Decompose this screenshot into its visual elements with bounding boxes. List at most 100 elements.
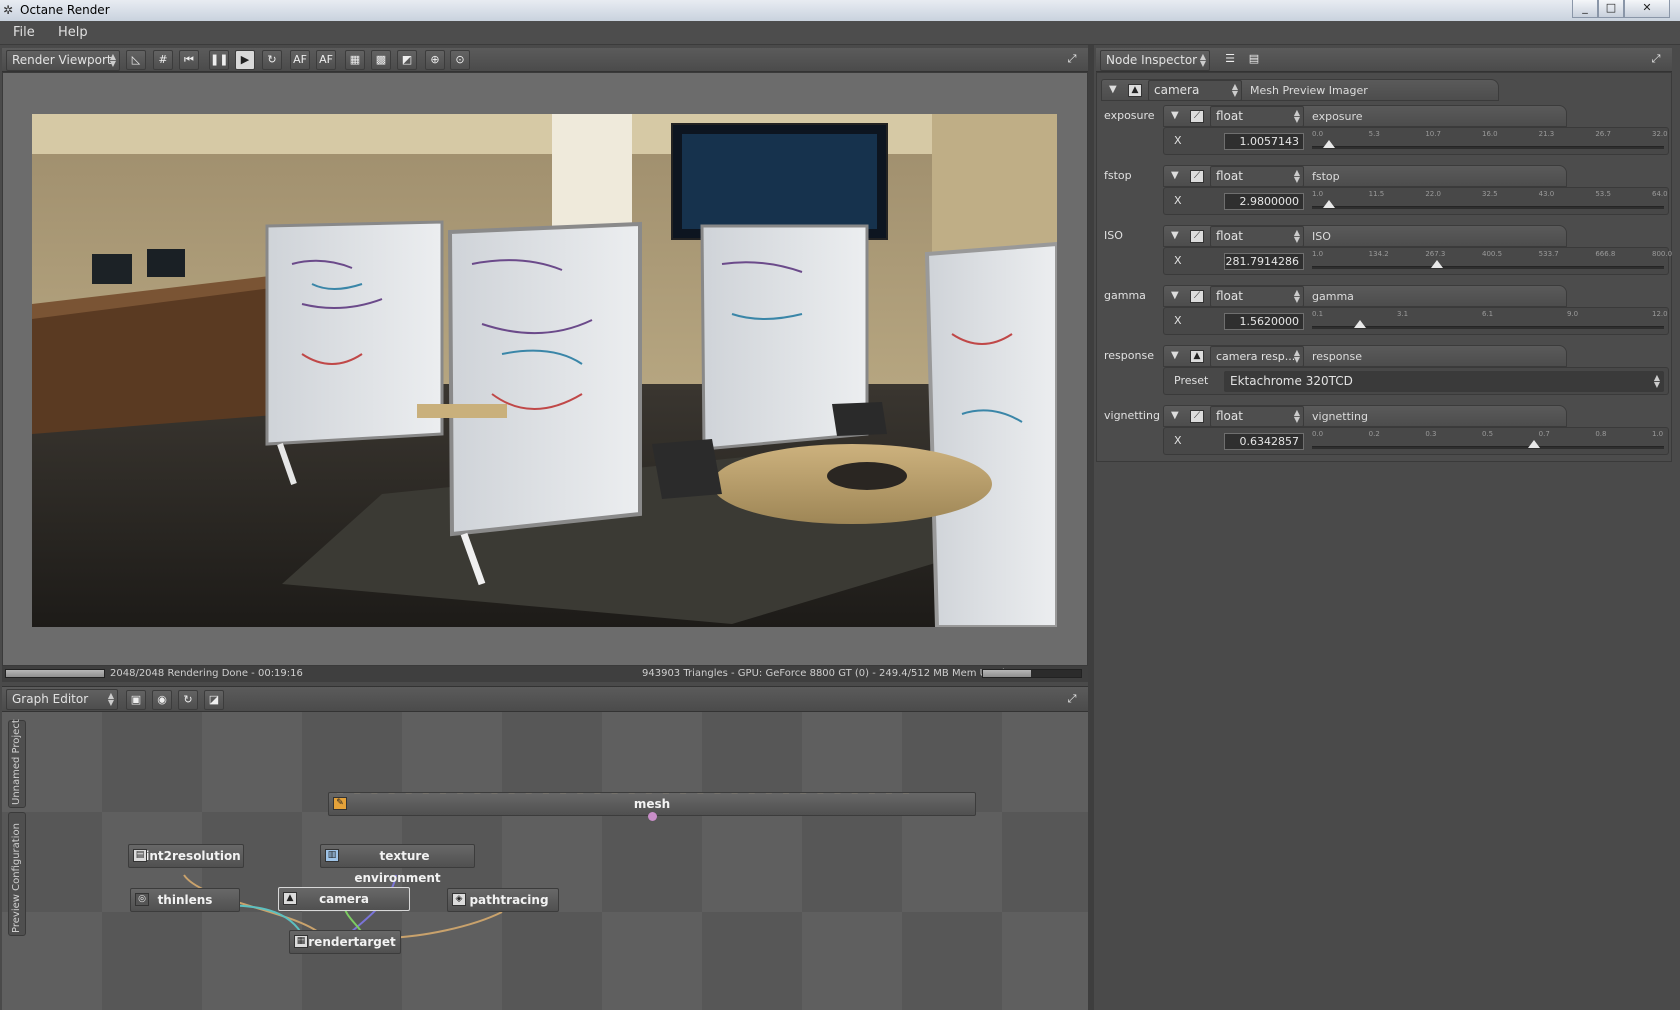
inspector-maximize-icon[interactable]: ⤢ [1646,50,1666,70]
node-mesh[interactable]: ▼▼▼▼▼▼▼▼▼▼▼▼▼▼▼▼▼▼▼▼▼▼▼▼▼▼▼▼▼▼▼▼▼▼ ✎ mes… [328,792,976,821]
collapse-triangle-icon[interactable]: ▼ [1171,170,1179,181]
param-name: gamma [1104,289,1146,302]
tab-preview-configuration[interactable]: Preview Configuration [8,812,26,936]
slider-tick-label: 12.0 [1652,310,1668,318]
slider-tick-label: 0.7 [1538,430,1550,438]
param-slider[interactable]: 1.0 134.2 267.3 400.5 533.7 666.8 800.0 [1312,250,1672,272]
inspector-panel-select[interactable]: Node Inspector ▲ ▼ [1100,50,1210,71]
slider-tick-label: 32.5 [1482,190,1498,198]
node-pathtracing[interactable]: ◈ pathtracing [447,888,559,912]
grid-icon[interactable]: # [153,50,173,70]
viewport-maximize-icon[interactable]: ⤢ [1062,50,1082,70]
graph-editor-panel-select[interactable]: Graph Editor ▲ ▼ [6,689,118,710]
node-thinlens-label: thinlens [157,893,213,907]
param-type-select[interactable]: float ▲ ▼ [1210,406,1304,427]
node-int2resolution[interactable]: ▤ int2resolution [128,844,244,868]
expand-all-icon[interactable]: ▤ [1244,50,1264,70]
restart-icon[interactable]: ⏮ [179,50,199,70]
param-name: ISO [1104,229,1123,242]
save-icon[interactable]: ◉ [152,690,172,710]
combo-arrows-icon: ▲ ▼ [1199,52,1206,68]
collapse-all-icon[interactable]: ☰ [1220,50,1240,70]
slider-tick-label: 0.3 [1425,430,1437,438]
memory-usage-fill [983,670,1032,677]
param-type-select[interactable]: float ▲ ▼ [1210,226,1304,247]
param-header: ▼ ⟋ float ▲ ▼ vignetting [1163,405,1567,427]
slider-tick-label: 6.1 [1482,310,1494,318]
param-type-select[interactable]: float ▲ ▼ [1210,286,1304,307]
param-slider[interactable]: 0.1 3.1 6.1 9.0 12.0 [1312,310,1668,332]
node-camera[interactable]: ▲ camera [278,887,410,911]
preset-select[interactable]: Ektachrome 320TCD ▲ ▼ [1224,371,1664,392]
inspector-node-select[interactable]: camera ▲ ▼ [1148,80,1242,101]
node-texture-environment-label: texture environment [354,849,441,885]
param-type-select[interactable]: float ▲ ▼ [1210,106,1304,127]
viewport-panel-select[interactable]: Render Viewport ▲ ▼ [6,50,120,71]
autofocus-pick-icon[interactable]: AF [316,50,336,70]
zoom-icon[interactable]: ⊙ [450,50,470,70]
autofocus-icon[interactable]: AF [290,50,310,70]
menu-file[interactable]: File [13,25,35,40]
preset-row: Preset Ektachrome 320TCD ▲ ▼ [1163,367,1669,395]
param-value-row: X 1.0057143 0.0 5.3 10.7 16.0 21.3 26.7 32.0 [1163,127,1669,155]
node-texture-environment[interactable]: ▥ texture environment [320,844,475,885]
export-icon[interactable]: ◪ [204,690,224,710]
mesh-output-pin[interactable] [648,812,657,821]
collapse-triangle-icon[interactable]: ▼ [1171,410,1179,421]
slider-thumb[interactable] [1353,320,1366,328]
param-value-field[interactable]: 281.7914286 [1224,253,1304,270]
node-mesh-label: mesh [633,797,671,811]
slider-tick-label: 134.2 [1368,250,1389,258]
param-value-row: X 281.7914286 1.0 134.2 267.3 400.5 533.7 666.8… [1163,247,1672,275]
menu-help[interactable]: Help [58,25,88,40]
graph-editor-canvas[interactable]: Unnamed Project Preview Configuration ▼▼… [2,712,1088,1010]
refresh-icon[interactable]: ↻ [178,690,198,710]
slider-tick-label: 21.3 [1538,130,1555,138]
collapse-triangle-icon[interactable]: ▼ [1171,110,1179,121]
param-value-field[interactable]: 0.6342857 [1224,433,1304,450]
param-type-select[interactable]: float ▲ ▼ [1210,166,1304,187]
minimize-button[interactable]: _ [1572,0,1598,18]
node-rendertarget[interactable]: ▦ rendertarget [289,930,401,954]
slider-thumb[interactable] [1527,440,1540,448]
param-value-field[interactable]: 1.0057143 [1224,133,1304,150]
refresh-icon[interactable]: ↻ [262,50,282,70]
restore-button[interactable]: □ [1598,0,1624,18]
collapse-triangle-icon[interactable]: ▼ [1171,230,1179,241]
tab-unnamed-project[interactable]: Unnamed Project [8,719,26,808]
pause-icon[interactable]: ❚❚ [209,50,229,70]
slider-thumb[interactable] [1322,140,1335,148]
zoom-fit-icon[interactable]: ⊕ [425,50,445,70]
collapse-triangle-icon[interactable]: ▼ [1171,290,1179,301]
slider-thumb[interactable] [1322,200,1335,208]
param-value-row: X 0.6342857 0.0 0.2 0.3 0.5 0.7 0.8 1.0 [1163,427,1669,455]
load-icon[interactable]: ▣ [126,690,146,710]
slider-tick-label: 10.7 [1425,130,1441,138]
param-value-field[interactable]: 2.9800000 [1224,193,1304,210]
param-header: ▼ ⟋ float ▲ ▼ exposure [1163,105,1567,127]
checker-icon[interactable]: ▩ [371,50,391,70]
slider-tick-label: 11.5 [1368,190,1385,198]
param-slider[interactable]: 0.0 5.3 10.7 16.0 21.3 26.7 32.0 [1312,130,1668,152]
collapse-triangle-icon[interactable]: ▼ [1171,350,1179,361]
param-slider[interactable]: 1.0 11.5 22.0 32.5 43.0 53.5 64.0 [1312,190,1668,212]
alpha-icon[interactable]: ◩ [397,50,417,70]
graph-editor-maximize-icon[interactable]: ⤢ [1062,690,1082,710]
close-button[interactable]: ✕ [1624,0,1670,18]
slider-tick-label: 5.3 [1368,130,1380,138]
slider-track [1312,146,1664,149]
ruler-icon[interactable]: ◺ [126,50,146,70]
node-thinlens[interactable]: ◎ thinlens [130,888,240,912]
param-node-label: vignetting [1312,410,1368,423]
slider-tick-label: 26.7 [1595,130,1611,138]
axis-label: X [1174,194,1182,207]
slider-thumb[interactable] [1431,260,1444,268]
region-icon[interactable]: ▦ [345,50,365,70]
param-value-row: X 1.5620000 0.1 3.1 6.1 9.0 12.0 [1163,307,1669,335]
param-value-field[interactable]: 1.5620000 [1224,313,1304,330]
pane-splitter[interactable] [1088,45,1094,1010]
param-slider[interactable]: 0.0 0.2 0.3 0.5 0.7 0.8 1.0 [1312,430,1664,452]
param-type-select[interactable]: camera resp... ▲ ▼ [1210,346,1304,367]
play-icon[interactable]: ▶ [235,50,255,70]
collapse-triangle-icon[interactable]: ▼ [1109,84,1117,95]
